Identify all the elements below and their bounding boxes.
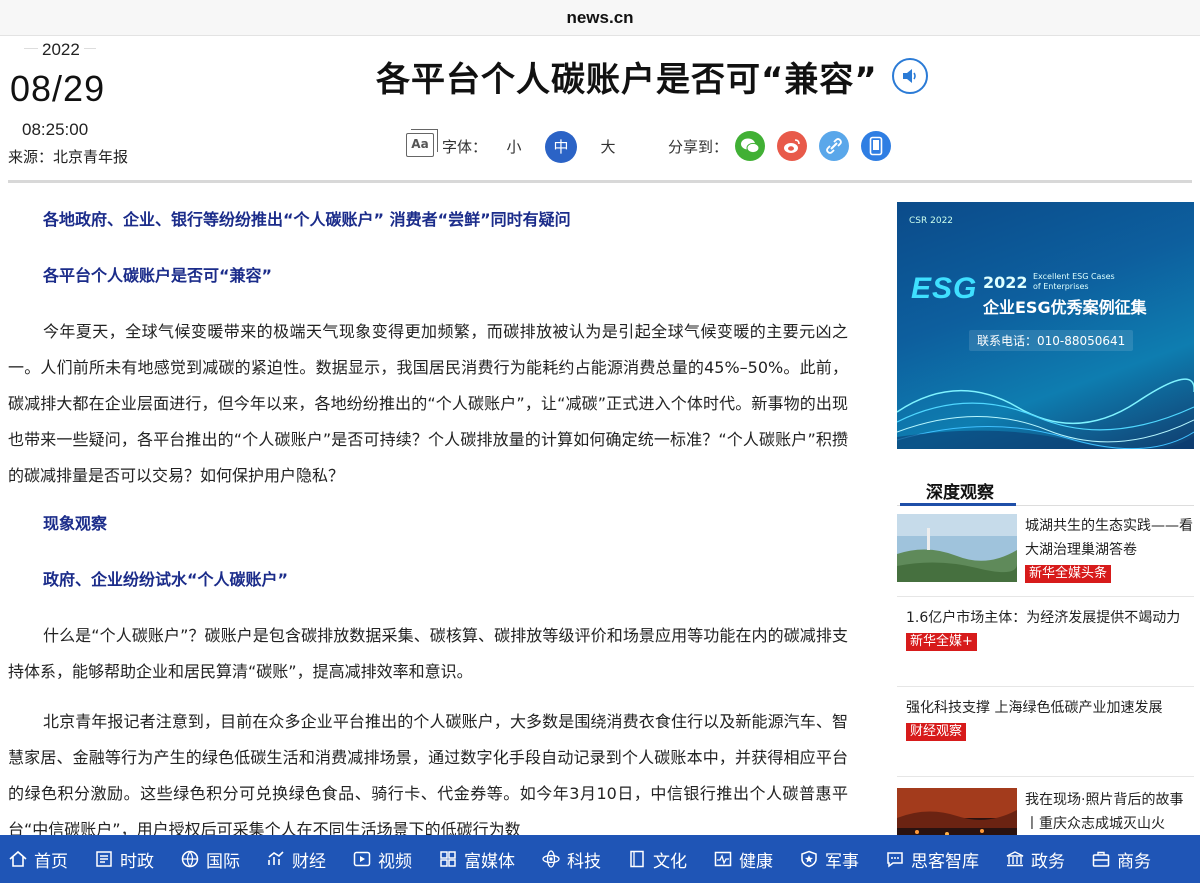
- nav-label: 文化: [653, 851, 687, 872]
- subheading: 政府、企业纷纷试水“个人碳账户”: [43, 570, 289, 589]
- news-title[interactable]: 1.6亿户市场主体：为经济发展提供不竭动力: [897, 606, 1194, 630]
- government-icon: [1006, 851, 1024, 867]
- weibo-icon: [784, 139, 800, 153]
- ad-title: 企业ESG优秀案例征集: [983, 298, 1147, 317]
- nav-label: 财经: [292, 851, 326, 872]
- font-size-small[interactable]: 小: [498, 131, 530, 163]
- video-icon: [353, 851, 371, 867]
- tech-icon: [542, 850, 560, 868]
- nav-item-health[interactable]: 健康: [713, 835, 773, 883]
- sidebar-news-item[interactable]: 我在现场·照片背后的故事丨重庆众志成城灭山火: [897, 788, 1195, 856]
- politics-icon: [96, 851, 112, 867]
- nav-label: 商务: [1117, 851, 1151, 872]
- ad-esg-logo: ESG: [911, 272, 978, 305]
- mobile-share-button[interactable]: [861, 131, 891, 161]
- browser-url[interactable]: news.cn: [0, 8, 1200, 28]
- share-label: 分享到：: [668, 138, 729, 156]
- nav-item-media[interactable]: 富媒体: [438, 835, 515, 883]
- nav-label: 时政: [120, 851, 154, 872]
- article-paragraph: 北京青年报记者注意到，目前在众多企业平台推出的个人碳账户，大多数是围绕消费衣食住…: [8, 712, 848, 839]
- nav-label: 国际: [206, 851, 240, 872]
- browser-address-bar[interactable]: news.cn: [0, 0, 1200, 36]
- nav-item-international[interactable]: 国际: [180, 835, 240, 883]
- read-aloud-button[interactable]: [892, 58, 928, 94]
- article-body: 各地政府、企业、银行等纷纷推出“个人碳账户” 消费者“尝鲜”同时有疑问 各平台个…: [8, 200, 848, 848]
- nav-label: 首页: [34, 851, 68, 872]
- sidebar-news-item[interactable]: 城湖共生的生态实践——看大湖治理巢湖答卷 新华全媒头条: [897, 514, 1194, 584]
- nav-item-thinktank[interactable]: 思客智库: [885, 835, 979, 883]
- article-source: 来源：北京青年报: [8, 148, 129, 166]
- news-title[interactable]: 我在现场·照片背后的故事丨重庆众志成城灭山火: [1025, 788, 1195, 836]
- link-share-button[interactable]: [819, 131, 849, 161]
- article-time: 08:25:00: [22, 120, 89, 139]
- news-tag[interactable]: 新华全媒+: [906, 633, 977, 651]
- subheading: 各地政府、企业、银行等纷纷推出“个人碳账户” 消费者“尝鲜”同时有疑问: [43, 210, 571, 229]
- nav-item-government[interactable]: 政务: [1005, 835, 1065, 883]
- culture-icon: [630, 850, 644, 868]
- article-headline: 各平台个人碳账户是否可“兼容”: [376, 60, 878, 100]
- media-icon: [440, 851, 456, 867]
- article-paragraph: 什么是“个人碳账户”？碳账户是包含碳排放数据采集、碳核算、碳排放等级评价和场景应…: [8, 626, 848, 681]
- nav-label: 思客智库: [911, 851, 979, 872]
- news-tag[interactable]: 财经观察: [906, 723, 967, 741]
- news-title[interactable]: 城湖共生的生态实践——看大湖治理巢湖答卷: [1025, 514, 1195, 562]
- ad-year: 2022: [983, 273, 1028, 292]
- article-month-day: 08/29: [10, 68, 106, 109]
- nav-label: 富媒体: [464, 851, 515, 872]
- nav-label: 军事: [825, 851, 859, 872]
- news-title[interactable]: 强化科技支撑 上海绿色低碳产业加速发展: [897, 696, 1194, 720]
- nav-item-home[interactable]: 首页: [8, 835, 68, 883]
- home-icon: [9, 850, 27, 867]
- ad-english-title: Excellent ESG Cases of Enterprises: [1033, 272, 1115, 291]
- font-size-label: 字体：: [442, 138, 488, 156]
- wechat-share-button[interactable]: [735, 131, 765, 161]
- font-size-medium[interactable]: 中: [545, 131, 577, 163]
- article-year: 2022: [38, 40, 84, 60]
- sidebar-section-title: 深度观察: [926, 483, 994, 503]
- nav-item-culture[interactable]: 文化: [627, 835, 687, 883]
- finance-icon: [268, 851, 284, 865]
- globe-icon: [181, 850, 199, 868]
- nav-item-tech[interactable]: 科技: [541, 835, 601, 883]
- nav-label: 科技: [567, 851, 601, 872]
- nav-item-politics[interactable]: 时政: [94, 835, 154, 883]
- mobile-icon: [869, 136, 883, 156]
- esg-ad-banner[interactable]: CSR 2022 ESG 2022 Excellent ESG Cases of…: [897, 202, 1194, 449]
- sidebar-news-item[interactable]: 1.6亿户市场主体：为经济发展提供不竭动力 新华全媒+: [897, 606, 1194, 676]
- subheading: 各平台个人碳账户是否可“兼容”: [43, 266, 273, 285]
- nav-item-video[interactable]: 视频: [352, 835, 412, 883]
- news-thumbnail[interactable]: [897, 514, 1017, 582]
- military-icon: [801, 850, 817, 868]
- font-size-icon: Aa: [406, 129, 438, 157]
- weibo-share-button[interactable]: [777, 131, 807, 161]
- news-tag[interactable]: 新华全媒头条: [1025, 565, 1112, 583]
- nav-item-finance[interactable]: 财经: [266, 835, 326, 883]
- thinktank-icon: [887, 852, 903, 868]
- article-paragraph: 今年夏天，全球气候变暖带来的极端天气现象变得更加频繁，而碳排放被认为是引起全球气…: [8, 322, 848, 485]
- news-divider: [897, 776, 1194, 777]
- speaker-icon: [903, 69, 916, 83]
- nav-item-military[interactable]: 军事: [799, 835, 859, 883]
- ad-logo: CSR 2022: [909, 216, 954, 226]
- business-icon: [1092, 851, 1110, 867]
- news-divider: [897, 686, 1194, 687]
- sidebar-news-item[interactable]: 强化科技支撑 上海绿色低碳产业加速发展 财经观察: [897, 696, 1194, 766]
- news-divider: [897, 596, 1194, 597]
- ad-phone: 联系电话：010-88050641: [969, 330, 1134, 351]
- sidebar-section-accent: [900, 503, 1016, 506]
- health-icon: [714, 851, 732, 867]
- nav-label: 政务: [1031, 851, 1065, 872]
- wechat-icon: [741, 138, 760, 154]
- link-icon: [826, 138, 842, 154]
- nav-item-business[interactable]: 商务: [1091, 835, 1151, 883]
- nav-label: 健康: [739, 851, 773, 872]
- bottom-navigation: 首页 时政 国际 财经 视频 富媒体 科技 文化 健康 军事 思客智库 政务 商…: [0, 835, 1200, 883]
- nav-label: 视频: [378, 851, 412, 872]
- font-size-large[interactable]: 大: [592, 131, 624, 163]
- ad-wave-graphic: [897, 378, 1194, 449]
- header-divider: [8, 180, 1192, 183]
- subheading: 现象观察: [43, 514, 108, 533]
